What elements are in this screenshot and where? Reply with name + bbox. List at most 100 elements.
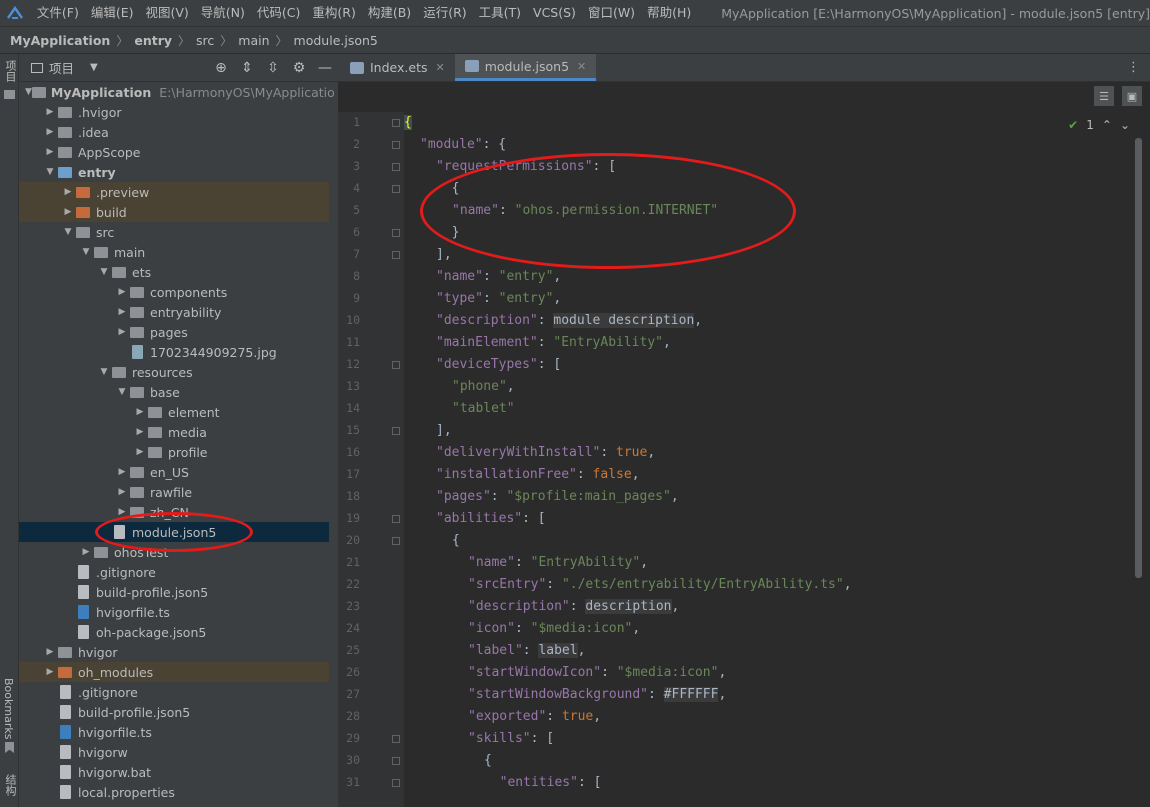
close-icon[interactable]: ✕ — [436, 61, 445, 74]
tree-item[interactable]: ▼ base — [19, 382, 329, 402]
tree-item[interactable]: ▶ en_US — [19, 462, 329, 482]
chevron-right-icon[interactable]: ▶ — [115, 507, 129, 517]
tree-item[interactable]: .gitignore — [19, 682, 329, 702]
tree-item[interactable]: ▶ media — [19, 422, 329, 442]
breadcrumb-item[interactable]: entry — [134, 33, 172, 48]
tree-item[interactable]: build-profile.json5 — [19, 702, 329, 722]
expand-all-icon[interactable]: ⇕ — [234, 60, 260, 76]
breadcrumb-item[interactable]: main — [238, 33, 269, 48]
menu-item[interactable]: 构建(B) — [362, 0, 417, 26]
chevron-right-icon[interactable]: ▶ — [133, 447, 147, 457]
menu-item[interactable]: 帮助(H) — [641, 0, 697, 26]
chevron-right-icon[interactable]: ▶ — [133, 407, 147, 417]
fold-marker-icon[interactable] — [392, 163, 400, 171]
breadcrumb-item[interactable]: src — [196, 33, 214, 48]
chevron-right-icon[interactable]: ▶ — [133, 427, 147, 437]
chevron-down-icon[interactable]: ▼ — [25, 87, 32, 97]
chevron-right-icon[interactable]: ▶ — [43, 107, 57, 117]
preview-icon[interactable]: ▣ — [1122, 86, 1142, 106]
bookmarks-tool-tab[interactable]: Bookmarks — [2, 678, 15, 739]
tree-item[interactable]: oh-package.json5 — [19, 622, 329, 642]
fold-marker-icon[interactable] — [392, 229, 400, 237]
tree-item[interactable]: build-profile.json5 — [19, 582, 329, 602]
tab-module-json5[interactable]: module.json5 ✕ — [454, 54, 597, 81]
tree-item[interactable]: ▶ ohosTest — [19, 542, 329, 562]
chevron-right-icon[interactable]: ▶ — [43, 147, 57, 157]
tree-item[interactable]: ▼ main — [19, 242, 329, 262]
tree-item[interactable]: ▼ src — [19, 222, 329, 242]
tree-item[interactable]: module.json5 — [19, 522, 329, 542]
tree-item[interactable]: ▶ build — [19, 202, 329, 222]
chevron-right-icon[interactable]: ▶ — [115, 487, 129, 497]
hide-panel-icon[interactable]: — — [312, 60, 338, 76]
menu-item[interactable]: 窗口(W) — [582, 0, 641, 26]
tree-item[interactable]: hvigorfile.ts — [19, 722, 329, 742]
gear-icon[interactable]: ⚙ — [286, 60, 312, 76]
tree-item[interactable]: ▶ element — [19, 402, 329, 422]
chevron-down-icon[interactable]: ▼ — [61, 227, 75, 237]
collapse-all-icon[interactable]: ⇳ — [260, 60, 286, 76]
chevron-down-icon[interactable]: ▼ — [97, 367, 111, 377]
fold-marker-icon[interactable] — [392, 779, 400, 787]
tree-item[interactable]: ▶ entryability — [19, 302, 329, 322]
chevron-right-icon[interactable]: ▶ — [115, 327, 129, 337]
tree-item[interactable]: ▶ components — [19, 282, 329, 302]
menu-item[interactable]: 文件(F) — [31, 0, 85, 26]
fold-marker-icon[interactable] — [392, 141, 400, 149]
chevron-down-icon[interactable]: ▼ — [43, 167, 57, 177]
tree-item[interactable]: ▶ pages — [19, 322, 329, 342]
chevron-right-icon[interactable]: ▶ — [43, 127, 57, 137]
fold-marker-icon[interactable] — [392, 251, 400, 259]
tree-item[interactable]: hvigorfile.ts — [19, 602, 329, 622]
tree-item[interactable]: ▶ zh_CN — [19, 502, 329, 522]
breadcrumb-item[interactable]: module.json5 — [294, 33, 378, 48]
chevron-down-icon[interactable]: ▼ — [90, 62, 98, 73]
menu-item[interactable]: 代码(C) — [251, 0, 306, 26]
chevron-down-icon[interactable]: ▼ — [79, 247, 93, 257]
tree-item[interactable]: local.properties — [19, 782, 329, 802]
tree-item[interactable]: .gitignore — [19, 562, 329, 582]
chevron-right-icon[interactable]: ▶ — [61, 207, 75, 217]
tree-item[interactable]: ▶ rawfile — [19, 482, 329, 502]
chevron-down-icon[interactable]: ▼ — [115, 387, 129, 397]
reader-mode-icon[interactable]: ☰ — [1094, 86, 1114, 106]
chevron-right-icon[interactable]: ▶ — [43, 667, 57, 677]
code-area[interactable]: {"module": {"requestPermissions": [ {"na… — [404, 112, 1139, 807]
structure-tool-tab[interactable]: 结构 — [2, 774, 18, 796]
tab-options-icon[interactable]: ⋮ — [1127, 60, 1140, 75]
breadcrumb-item[interactable]: MyApplication — [10, 33, 110, 48]
chevron-down-icon[interactable]: ▼ — [97, 267, 111, 277]
locate-icon[interactable]: ⊕ — [208, 60, 234, 76]
tab-index-ets[interactable]: Index.ets ✕ — [340, 54, 455, 81]
tree-item[interactable]: ▶ .preview — [19, 182, 329, 202]
tree-item[interactable]: hvigorw — [19, 742, 329, 762]
project-tool-tab[interactable]: 项目 — [2, 60, 18, 82]
chevron-right-icon[interactable]: ▶ — [61, 187, 75, 197]
chevron-right-icon[interactable]: ▶ — [79, 547, 93, 557]
menu-item[interactable]: 运行(R) — [417, 0, 472, 26]
fold-marker-icon[interactable] — [392, 361, 400, 369]
fold-marker-icon[interactable] — [392, 185, 400, 193]
tree-item[interactable]: 1702344909275.jpg — [19, 342, 329, 362]
chevron-right-icon[interactable]: ▶ — [115, 287, 129, 297]
fold-marker-icon[interactable] — [392, 735, 400, 743]
code-editor[interactable]: ☰ ▣ ✔ 1 ⌃ ⌄ 1 2 3 4 5 6 7 8 9 10 11 12 13 14 15 16 17 18 1… — [338, 82, 1150, 807]
editor-scrollbar[interactable] — [1135, 138, 1142, 578]
tree-item[interactable]: ▶ .idea — [19, 122, 329, 142]
fold-marker-icon[interactable] — [392, 537, 400, 545]
tree-item[interactable]: ▼ entry — [19, 162, 329, 182]
fold-marker-icon[interactable] — [392, 515, 400, 523]
chevron-right-icon[interactable]: ▶ — [115, 307, 129, 317]
tree-item[interactable]: ▼ MyApplication E:\HarmonyOS\MyApplicatio — [19, 82, 335, 102]
fold-marker-icon[interactable] — [392, 427, 400, 435]
tree-item[interactable]: ▶ oh_modules — [19, 662, 329, 682]
menu-item[interactable]: 视图(V) — [139, 0, 194, 26]
chevron-right-icon[interactable]: ▶ — [43, 647, 57, 657]
tree-item[interactable]: hvigorw.bat — [19, 762, 329, 782]
menu-item[interactable]: 重构(R) — [306, 0, 361, 26]
menu-item[interactable]: 导航(N) — [195, 0, 251, 26]
tree-item[interactable]: ▶ .hvigor — [19, 102, 329, 122]
tree-item[interactable]: ▶ AppScope — [19, 142, 329, 162]
tree-item[interactable]: ▶ hvigor — [19, 642, 329, 662]
chevron-right-icon[interactable]: ▶ — [115, 467, 129, 477]
